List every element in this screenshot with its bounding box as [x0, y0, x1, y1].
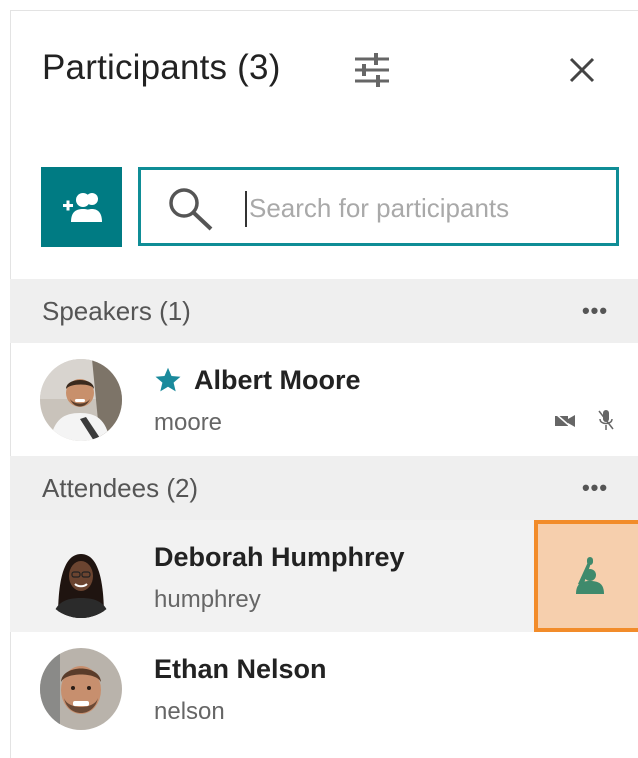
participant-row-ethan-nelson[interactable]: Ethan Nelson nelson — [10, 632, 638, 744]
participant-row-deborah-humphrey[interactable]: Deborah Humphrey humphrey — [10, 520, 638, 632]
speakers-section-label: Speakers (1) — [42, 296, 191, 326]
filter-button[interactable] — [350, 48, 394, 92]
video-off-icon — [555, 413, 575, 429]
add-participant-button[interactable] — [41, 167, 122, 247]
raise-hand-icon — [576, 557, 604, 594]
participant-row-albert-moore[interactable]: Albert Moore moore — [10, 343, 638, 455]
participant-username: moore — [154, 409, 223, 436]
mic-off-icon — [598, 410, 614, 430]
attendees-section-label: Attendees (2) — [42, 473, 199, 503]
avatar — [40, 536, 122, 618]
speakers-more-button[interactable]: ••• — [572, 295, 618, 327]
participant-name: Albert Moore — [194, 365, 361, 395]
sliders-icon — [355, 53, 389, 87]
participant-name: Ethan Nelson — [154, 654, 327, 684]
media-status — [554, 409, 618, 433]
add-participant-icon — [62, 193, 102, 222]
star-icon — [155, 367, 181, 392]
close-button[interactable] — [560, 48, 604, 92]
participant-username: humphrey — [154, 586, 261, 613]
search-input[interactable] — [247, 182, 607, 234]
avatar — [40, 648, 122, 730]
participant-name: Deborah Humphrey — [154, 542, 405, 572]
attendees-section-header: Attendees (2) ••• — [10, 456, 638, 520]
participant-username: nelson — [154, 698, 225, 725]
search-icon — [169, 188, 213, 231]
close-icon — [569, 57, 595, 83]
lower-hand-button[interactable] — [534, 520, 638, 632]
participants-header: Participants (3) — [10, 10, 638, 130]
search-field[interactable] — [138, 167, 619, 246]
attendees-more-button[interactable]: ••• — [572, 472, 618, 504]
speakers-section-header: Speakers (1) ••• — [10, 279, 638, 343]
page-title: Participants (3) — [42, 48, 281, 87]
avatar — [40, 359, 122, 441]
